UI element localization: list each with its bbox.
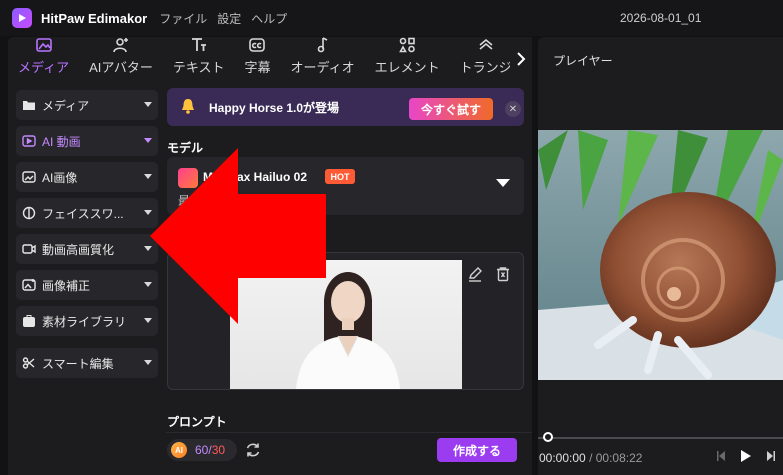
- library-icon: [22, 314, 36, 328]
- subtitle-icon: [248, 37, 266, 54]
- smart-edit-icon: [22, 356, 36, 370]
- bell-icon: [179, 97, 197, 118]
- folder-icon: [22, 98, 36, 112]
- play-icon[interactable]: [740, 449, 752, 466]
- menu-file[interactable]: ファイル: [159, 10, 207, 27]
- ai-image-icon: [22, 170, 36, 184]
- create-button[interactable]: 作成する: [437, 438, 517, 462]
- tab-text[interactable]: テキスト: [163, 37, 235, 81]
- menu-settings[interactable]: 設定: [217, 10, 241, 27]
- category-label: フェイススワ...: [42, 206, 124, 221]
- tab-ai-avatar[interactable]: AIアバター: [79, 37, 163, 81]
- media-icon: [35, 37, 53, 54]
- tab-ai-avatar-label: AIアバター: [89, 60, 153, 75]
- tab-element[interactable]: エレメント: [365, 37, 450, 81]
- prompt-section-label: プロンプト: [167, 415, 227, 429]
- credits-counter: AI 60/30: [167, 439, 237, 461]
- bottom-action-bar: AI 60/30 作成する: [166, 432, 532, 467]
- delete-icon[interactable]: [495, 266, 511, 285]
- promo-banner: Happy Horse 1.0が登場 今すぐ試す ✕: [167, 88, 524, 126]
- red-annotation-arrow-icon: [150, 148, 328, 339]
- tab-media-label: メディア: [18, 60, 70, 75]
- previous-frame-icon[interactable]: [716, 450, 726, 465]
- tab-element-label: エレメント: [374, 60, 440, 75]
- tab-audio-label: オーディオ: [290, 60, 355, 75]
- face-swap-icon: [22, 206, 36, 220]
- category-label: 動画高画質化: [42, 242, 115, 257]
- category-ai-image[interactable]: AI画像: [16, 162, 158, 192]
- category-label: 画像補正: [42, 278, 91, 293]
- tab-subtitle-label: 字幕: [244, 60, 271, 75]
- image-enhance-icon: [22, 278, 36, 292]
- tab-transition-label: トランジ: [459, 60, 512, 75]
- transition-icon: [477, 37, 495, 54]
- category-face-swap[interactable]: フェイススワ...: [16, 198, 158, 228]
- next-frame-icon[interactable]: [766, 450, 776, 465]
- chevron-down-icon: [144, 138, 152, 143]
- promo-text: Happy Horse 1.0が登場: [209, 100, 340, 115]
- time-separator: /: [589, 451, 593, 465]
- tab-scroll-right-icon[interactable]: [510, 37, 532, 81]
- timeline-track[interactable]: [538, 437, 783, 439]
- coin-icon: AI: [171, 442, 187, 458]
- title-bar: HitPaw Edimakor ファイル 設定 ヘルプ 2026-08-01_0…: [0, 0, 783, 36]
- video-enhance-icon: [22, 242, 36, 256]
- menu-bar: ファイル 設定 ヘルプ: [159, 10, 287, 27]
- text-icon: [190, 37, 208, 54]
- edit-icon[interactable]: [467, 266, 483, 285]
- category-video-enhance[interactable]: 動画高画質化: [16, 234, 158, 264]
- total-time: 00:08:22: [595, 451, 643, 465]
- tab-subtitle[interactable]: 字幕: [234, 37, 280, 81]
- audio-icon: [314, 37, 332, 54]
- category-label: スマート編集: [42, 356, 114, 371]
- hot-badge: HOT: [325, 169, 355, 184]
- credits-required: 30: [211, 443, 226, 457]
- playhead-handle[interactable]: [543, 432, 553, 442]
- category-library[interactable]: 素材ライブラリ: [16, 306, 158, 336]
- image-actions: [467, 266, 511, 285]
- tab-text-label: テキスト: [172, 60, 225, 75]
- tab-media[interactable]: メディア: [8, 37, 79, 81]
- ai-avatar-icon: [112, 37, 130, 54]
- category-smart-edit[interactable]: スマート編集: [16, 348, 158, 378]
- app-logo-icon: [12, 8, 32, 28]
- player-title: プレイヤー: [553, 54, 613, 68]
- category-media[interactable]: メディア: [16, 90, 158, 120]
- player-panel: プレイヤー 00:00:00 / 00:08:22: [538, 37, 783, 475]
- category-label: メディア: [42, 98, 90, 113]
- category-image-enhance[interactable]: 画像補正: [16, 270, 158, 300]
- category-label: AI 動画: [42, 134, 81, 149]
- refresh-icon[interactable]: [244, 441, 262, 462]
- try-now-button[interactable]: 今すぐ試す: [409, 98, 493, 120]
- credits-used: 60: [195, 443, 209, 457]
- time-display: 00:00:00 / 00:08:22: [539, 451, 642, 465]
- category-label: 素材ライブラリ: [42, 314, 127, 329]
- category-label: AI画像: [42, 170, 78, 185]
- menu-help[interactable]: ヘルプ: [251, 10, 287, 27]
- current-time: 00:00:00: [539, 451, 586, 465]
- video-preview[interactable]: [538, 130, 783, 380]
- playback-controls: [716, 449, 776, 466]
- chevron-down-icon: [144, 360, 152, 365]
- app-title: HitPaw Edimakor: [41, 10, 148, 26]
- project-name: 2026-08-01_01: [620, 11, 702, 25]
- category-ai-video[interactable]: AI 動画: [16, 126, 158, 156]
- chevron-down-icon: [144, 102, 152, 107]
- dropdown-arrow-icon[interactable]: [496, 179, 510, 187]
- tab-audio[interactable]: オーディオ: [281, 37, 365, 81]
- ai-video-icon: [22, 134, 36, 148]
- element-icon: [398, 37, 416, 54]
- tab-bar: メディア AIアバター テキスト 字幕 オーディオ エレメント トランジ: [8, 37, 532, 81]
- promo-close-icon[interactable]: ✕: [505, 101, 521, 117]
